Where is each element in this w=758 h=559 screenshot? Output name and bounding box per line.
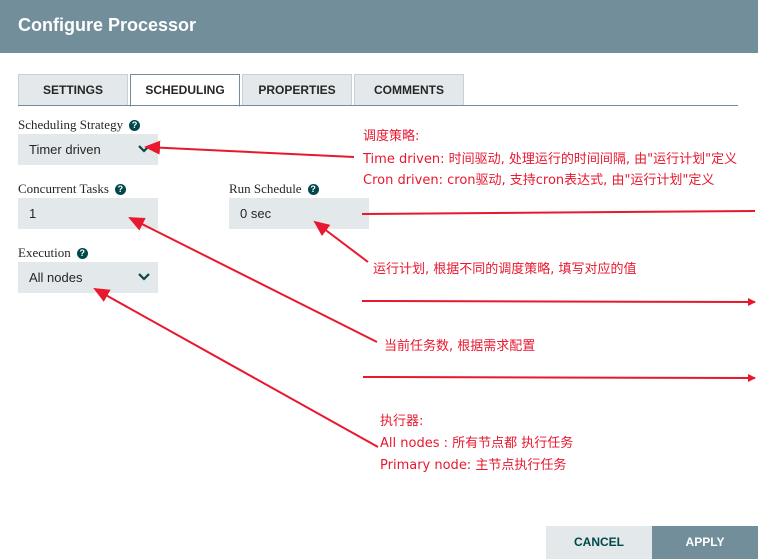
annotation-run-schedule: 运行计划, 根据不同的调度策略, 填写对应的值 xyxy=(373,262,637,277)
dialog-header: Configure Processor xyxy=(0,0,758,53)
chevron-down-icon xyxy=(138,273,150,281)
tab-comments[interactable]: COMMENTS xyxy=(354,74,464,106)
annotation-concurrent-tasks: 当前任务数, 根据需求配置 xyxy=(384,339,536,354)
arrow-concurrent-right xyxy=(361,297,756,306)
concurrent-tasks-label: Concurrent Tasks? xyxy=(18,181,126,197)
help-icon[interactable]: ? xyxy=(129,120,141,131)
help-icon[interactable]: ? xyxy=(76,248,88,259)
dialog-title: Configure Processor xyxy=(18,15,197,35)
chevron-down-icon xyxy=(138,145,150,153)
run-schedule-label: Run Schedule? xyxy=(229,181,319,197)
tab-scheduling[interactable]: SCHEDULING xyxy=(130,74,240,107)
annotation-strategy-title: 调度策略: xyxy=(363,129,420,144)
cancel-button[interactable]: CANCEL xyxy=(546,526,652,559)
arrow-run-schedule-line xyxy=(361,210,756,215)
annotation-strategy-cron: Cron driven: cron驱动, 支持cron表达式, 由"运行计划"定… xyxy=(363,173,715,188)
annotation-execution-title: 执行器: xyxy=(380,414,424,429)
scheduling-strategy-label: Scheduling Strategy? xyxy=(18,117,141,133)
annotation-strategy-timer: Time driven: 时间驱动, 处理运行的时间间隔, 由"运行计划"定义 xyxy=(363,152,738,167)
annotation-execution-all: All nodes : 所有节点都 执行任务 xyxy=(380,436,574,451)
scheduling-strategy-select[interactable]: Timer driven xyxy=(18,134,158,165)
arrow-to-scheduling-strategy xyxy=(144,140,355,158)
apply-button[interactable]: APPLY xyxy=(652,526,758,559)
execution-select[interactable]: All nodes xyxy=(18,262,158,293)
tab-settings[interactable]: SETTINGS xyxy=(18,74,128,106)
arrow-to-execution xyxy=(93,288,379,448)
tab-divider xyxy=(18,105,738,106)
concurrent-tasks-input[interactable]: 1 xyxy=(18,198,158,229)
arrow-to-concurrent-tasks xyxy=(128,217,378,343)
run-schedule-input[interactable]: 0 sec xyxy=(229,198,369,229)
arrow-execution-right xyxy=(362,373,756,382)
help-icon[interactable]: ? xyxy=(307,184,319,195)
annotation-execution-primary: Primary node: 主节点执行任务 xyxy=(380,458,567,473)
tab-properties[interactable]: PROPERTIES xyxy=(242,74,352,106)
help-icon[interactable]: ? xyxy=(114,184,126,195)
execution-label: Execution? xyxy=(18,245,88,261)
